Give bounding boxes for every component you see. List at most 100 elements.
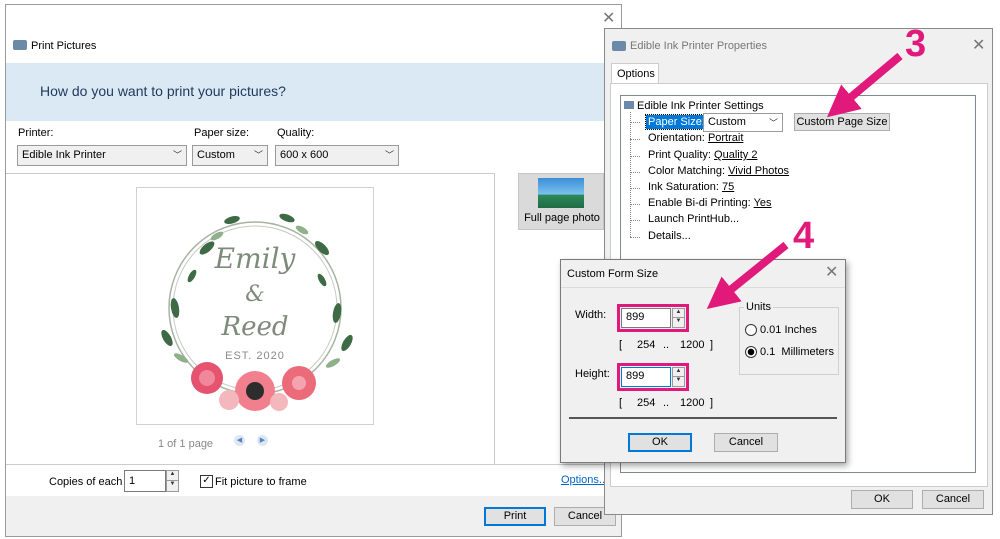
next-page-icon[interactable]: ▶: [257, 435, 268, 446]
tree-branch: [630, 188, 640, 189]
fit-checkbox[interactable]: ✓: [200, 475, 213, 488]
print-button[interactable]: Print: [484, 507, 546, 526]
options-link[interactable]: Options...: [561, 474, 608, 486]
properties-title: Edible Ink Printer Properties: [630, 40, 767, 52]
printer-select[interactable]: Edible Ink Printer ﹀: [17, 145, 187, 166]
printer-select-value: Edible Ink Printer: [22, 149, 106, 161]
height-highlight: [617, 363, 689, 391]
copies-input[interactable]: 1: [124, 470, 166, 492]
custom-page-size-button[interactable]: Custom Page Size: [794, 113, 890, 131]
tree-branch: [630, 172, 640, 173]
close-icon[interactable]: ✕: [602, 11, 615, 27]
height-range-max: 1200: [680, 397, 705, 409]
height-range-min: 254: [637, 397, 656, 409]
units-label: Units: [744, 301, 774, 313]
tree-root: Edible Ink Printer Settings: [637, 100, 764, 112]
color-matching-label: Color Matching: Vivid Photos: [648, 165, 789, 177]
prev-page-icon[interactable]: ◀: [234, 435, 245, 446]
preview-name-1: Emily: [214, 242, 296, 275]
details-item[interactable]: Details...: [648, 230, 691, 242]
step-4-number: 4: [793, 215, 815, 257]
tab-options-label: Options: [617, 68, 655, 80]
ink-saturation-value[interactable]: 75: [722, 181, 734, 193]
page-indicator: 1 of 1 page: [158, 438, 214, 450]
orientation-label: Orientation: Portrait: [648, 132, 743, 144]
mm-label: 0.1 Millimeters: [760, 346, 834, 358]
chevron-down-icon: ﹀: [384, 150, 394, 160]
height-range-dots: ..: [663, 397, 670, 409]
tree-paper-size-value: Custom: [708, 116, 746, 128]
tree-paper-size-select[interactable]: Custom ﹀: [703, 113, 783, 132]
width-range-min: 254: [637, 339, 656, 351]
width-range-dots: ..: [663, 339, 670, 351]
inches-label: 0.01 Inches: [760, 324, 817, 336]
copies-stepper[interactable]: ▲ ▼: [166, 470, 179, 492]
bidi-label: Enable Bi-di Printing: Yes: [648, 197, 772, 209]
chevron-up-icon[interactable]: ▲: [167, 471, 178, 481]
width-highlight: [617, 304, 689, 332]
footer-divider: [6, 464, 621, 465]
step-3-number: 3: [905, 23, 927, 65]
color-matching-label-text: Color Matching:: [648, 165, 726, 177]
print-quality-label-text: Print Quality:: [648, 149, 711, 161]
banner-heading: How do you want to print your pictures?: [40, 83, 286, 99]
tree-branch: [630, 204, 640, 205]
ink-saturation-label: Ink Saturation: 75: [648, 181, 734, 193]
dialog-ok-button[interactable]: OK: [628, 433, 692, 452]
quality-label: Quality:: [277, 127, 315, 139]
chevron-down-icon: ﹀: [172, 150, 182, 160]
chevron-down-icon[interactable]: ▼: [167, 481, 178, 491]
quality-select-value: 600 x 600: [280, 149, 329, 161]
chevron-down-icon: ﹀: [253, 150, 263, 160]
print-quality-label: Print Quality: Quality 2: [648, 149, 757, 161]
orientation-value[interactable]: Portrait: [708, 132, 743, 144]
printer-tree-icon: [624, 101, 634, 109]
preview-name-2: Reed: [221, 312, 289, 342]
dialog-title: Custom Form Size: [567, 268, 659, 280]
height-range-close: ]: [710, 397, 714, 409]
dialog-cancel-button[interactable]: Cancel: [714, 433, 778, 452]
units-group: Units 0.01 Inches 0.1 Millimeters: [739, 301, 839, 375]
inches-radio[interactable]: [745, 324, 757, 336]
paper-size-tree-label[interactable]: Paper Size:: [645, 114, 708, 130]
printer-app-icon: [612, 41, 626, 51]
width-range-close: ]: [710, 339, 714, 351]
chevron-down-icon: ﹀: [768, 118, 778, 128]
tab-options[interactable]: Options: [611, 63, 659, 84]
bidi-value[interactable]: Yes: [754, 197, 772, 209]
launch-printhub-item[interactable]: Launch PrintHub...: [648, 213, 739, 225]
close-icon[interactable]: ✕: [825, 265, 838, 281]
bidi-label-text: Enable Bi-di Printing:: [648, 197, 751, 209]
mm-radio[interactable]: [745, 346, 757, 358]
color-matching-value[interactable]: Vivid Photos: [728, 165, 789, 177]
paper-size-select[interactable]: Custom ﹀: [192, 145, 268, 166]
paper-size-select-value: Custom: [197, 149, 235, 161]
height-range-open: [: [619, 397, 623, 409]
tree-branch: [630, 122, 640, 123]
quality-select[interactable]: 600 x 600 ﹀: [275, 145, 399, 166]
landscape-thumbnail-icon: [538, 178, 584, 208]
dialog-separator: [569, 417, 837, 419]
orientation-label-text: Orientation:: [648, 132, 705, 144]
window-title: Print Pictures: [31, 40, 97, 52]
header-banner: How do you want to print your pictures?: [6, 63, 621, 121]
tree-branch: [630, 220, 640, 221]
preview-page: Emily & Reed EST. 2020: [136, 187, 374, 425]
layout-full-page-photo[interactable]: Full page photo: [518, 173, 604, 230]
printer-app-icon: [13, 40, 27, 50]
tree-branch: [630, 237, 640, 238]
tree-guide: [630, 112, 631, 237]
close-icon[interactable]: ✕: [972, 38, 985, 54]
height-label: Height:: [575, 368, 610, 380]
dialog-body: [561, 287, 845, 288]
ink-saturation-label-text: Ink Saturation:: [648, 181, 719, 193]
paper-size-label: Paper size:: [194, 127, 250, 139]
properties-ok-button[interactable]: OK: [851, 490, 913, 509]
properties-cancel-button[interactable]: Cancel: [922, 490, 984, 509]
width-label: Width:: [575, 309, 607, 321]
custom-form-size-dialog: Custom Form Size ✕ Width: 899 ▲ ▼ [ 254 …: [560, 259, 846, 463]
tree-branch: [630, 139, 640, 140]
print-quality-value[interactable]: Quality 2: [714, 149, 757, 161]
preview-ampersand: &: [245, 282, 265, 307]
layout-label: Full page photo: [524, 212, 600, 224]
